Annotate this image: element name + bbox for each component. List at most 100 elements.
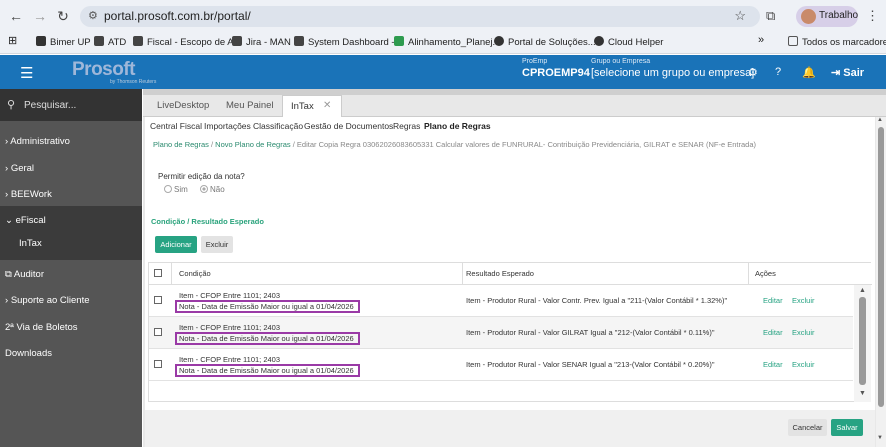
logo: Prosoft	[72, 59, 136, 80]
radio-nao[interactable]: Não	[200, 185, 225, 194]
sidebar-item-efiscal[interactable]: ⌄ eFiscal	[5, 215, 46, 226]
more-menu-icon[interactable]: ⋮	[866, 8, 879, 24]
emp-value[interactable]: CPROEMP94	[522, 67, 590, 79]
bookmark-item[interactable]: Bimer UP	[36, 36, 91, 48]
logout-button[interactable]: ⇥ Sair	[831, 66, 864, 79]
breadcrumb-link[interactable]: Novo Plano de Regras	[215, 140, 290, 149]
select-all-checkbox[interactable]	[154, 269, 162, 277]
tab-intax[interactable]: InTax ✕	[282, 95, 342, 117]
menu-icon[interactable]: ☰	[20, 64, 33, 82]
bookmark-item[interactable]: System Dashboard -...	[294, 36, 403, 48]
scrollbar-thumb[interactable]	[878, 127, 884, 407]
column-header-acoes: Ações	[755, 269, 776, 278]
all-bookmarks-folder[interactable]: Todos os marcadores	[788, 36, 886, 48]
sidebar-item-suporte[interactable]: › Suporte ao Cliente	[5, 295, 90, 306]
table-row[interactable]: Item - CFOP Entre 1101; 2403 Nota - Data…	[149, 285, 853, 317]
result-text: Item - Produtor Rural - Valor SENAR Igua…	[466, 360, 715, 369]
subnav-plano-de-regras[interactable]: Plano de Regras	[424, 121, 491, 131]
condition-line: Item - CFOP Entre 1101; 2403	[179, 355, 281, 364]
sidebar-search[interactable]: ⚲ Pesquisar...	[0, 89, 142, 121]
result-text: Item - Produtor Rural - Valor Contr. Pre…	[466, 296, 728, 305]
subnav-importacoes[interactable]: Importações	[204, 121, 251, 131]
delete-link[interactable]: Excluir	[792, 296, 815, 305]
cancel-button[interactable]: Cancelar	[788, 419, 827, 436]
breadcrumb-link[interactable]: Plano de Regras	[153, 140, 209, 149]
more-bookmarks-button[interactable]: »	[758, 34, 764, 46]
group-selector[interactable]: [selecione um grupo ou empresa]	[591, 67, 754, 79]
column-header-resultado[interactable]: Resultado Esperado	[466, 269, 534, 278]
bookmark-item[interactable]: Fiscal - Escopo de A...	[133, 36, 242, 48]
extensions-icon[interactable]: ⧉	[766, 8, 775, 24]
back-icon[interactable]: ←	[8, 8, 24, 24]
column-header-condicao[interactable]: Condição	[179, 269, 211, 278]
breadcrumb: Plano de Regras / Novo Plano de Regras /…	[153, 140, 756, 149]
sub-navigation: Central Fiscal Importações Classificação…	[150, 121, 870, 135]
bookmark-item[interactable]: Cloud Helper	[594, 36, 663, 48]
bookmark-item[interactable]: Jira - MAN	[232, 36, 291, 48]
table-scrollbar[interactable]: ▲ ▼	[854, 285, 871, 402]
save-button[interactable]: Salvar	[831, 419, 863, 436]
row-checkbox[interactable]	[154, 328, 162, 336]
edit-link[interactable]: Editar	[763, 360, 783, 369]
profile-name: Trabalho	[819, 10, 859, 21]
row-checkbox[interactable]	[154, 296, 162, 304]
scroll-down-icon[interactable]: ▼	[877, 435, 883, 441]
sidebar-item-geral[interactable]: › Geral	[5, 163, 34, 174]
tab-meu-painel[interactable]: Meu Painel	[226, 100, 274, 111]
settings-icon[interactable]: ⚙	[748, 66, 758, 79]
close-icon[interactable]: ✕	[323, 100, 331, 111]
tab-livedesktop[interactable]: LiveDesktop	[157, 100, 209, 111]
search-input[interactable]: Pesquisar...	[24, 100, 76, 111]
condition-line: Nota - Data de Emissão Maior ou igual a …	[179, 302, 354, 311]
bell-icon[interactable]: 🔔	[802, 66, 816, 79]
scroll-down-icon[interactable]: ▼	[859, 390, 866, 397]
bookmarks-bar: ⊞ Bimer UP ATD Fiscal - Escopo de A... J…	[0, 32, 886, 54]
scroll-up-icon[interactable]: ▲	[859, 287, 866, 294]
subnav-gestao-documentos[interactable]: Gestão de Documentos	[304, 121, 393, 131]
condition-line: Item - CFOP Entre 1101; 2403	[179, 291, 281, 300]
bookmark-item[interactable]: Alinhamento_Planej...	[394, 36, 500, 48]
reload-icon[interactable]: ↻	[55, 8, 71, 24]
sidebar-item-intax[interactable]: InTax	[19, 238, 42, 249]
column-divider	[462, 263, 463, 285]
breadcrumb-separator: /	[210, 140, 214, 149]
result-text: Item - Produtor Rural - Valor GILRAT Igu…	[466, 328, 715, 337]
add-button[interactable]: Adicionar	[155, 236, 197, 253]
scrollbar-thumb[interactable]	[859, 297, 866, 385]
table-row[interactable]: Item - CFOP Entre 1101; 2403 Nota - Data…	[149, 349, 853, 381]
delete-button[interactable]: Excluir	[201, 236, 233, 253]
sidebar-item-downloads[interactable]: Downloads	[5, 348, 52, 359]
delete-link[interactable]: Excluir	[792, 360, 815, 369]
page-scrollbar[interactable]: ▲ ▼	[876, 117, 886, 447]
profile-chip[interactable]: Trabalho	[796, 6, 858, 27]
radio-sim[interactable]: Sim	[164, 185, 188, 194]
apps-grid-icon[interactable]: ⊞	[8, 34, 17, 47]
breadcrumb-separator: /	[292, 140, 295, 149]
subnav-classificacao[interactable]: Classificação	[253, 121, 303, 131]
bookmark-star-icon[interactable]: ☆	[734, 8, 746, 24]
subnav-central-fiscal[interactable]: Central Fiscal	[150, 121, 202, 131]
rules-table: Condição Resultado Esperado Ações Item -…	[148, 262, 872, 402]
sidebar-item-auditor[interactable]: ⧉ Auditor	[5, 269, 44, 280]
table-row[interactable]: Item - CFOP Entre 1101; 2403 Nota - Data…	[149, 317, 853, 349]
section-title: Condição / Resultado Esperado	[151, 217, 264, 226]
delete-link[interactable]: Excluir	[792, 328, 815, 337]
sidebar-item-beework[interactable]: › BEEWork	[5, 189, 52, 200]
scroll-up-icon[interactable]: ▲	[877, 117, 883, 123]
condition-line: Item - CFOP Entre 1101; 2403	[179, 323, 281, 332]
url-text[interactable]: portal.prosoft.com.br/portal/	[104, 9, 251, 23]
browser-toolbar: ← → ↻ ⚙ portal.prosoft.com.br/portal/ ☆ …	[0, 0, 886, 32]
subnav-regras[interactable]: Regras	[393, 121, 420, 131]
forward-icon[interactable]: →	[32, 8, 48, 24]
sidebar-item-boletos[interactable]: 2ª Via de Boletos	[5, 322, 78, 333]
bookmark-item[interactable]: Portal de Soluções...	[494, 36, 596, 48]
site-settings-icon[interactable]: ⚙	[88, 9, 98, 22]
help-icon[interactable]: ?	[775, 66, 781, 78]
form-footer: Cancelar Salvar	[145, 410, 875, 447]
sidebar-item-administrativo[interactable]: › Administrativo	[5, 136, 70, 147]
address-bar[interactable]: ⚙ portal.prosoft.com.br/portal/ ☆	[80, 6, 760, 27]
edit-link[interactable]: Editar	[763, 328, 783, 337]
row-checkbox[interactable]	[154, 360, 162, 368]
edit-link[interactable]: Editar	[763, 296, 783, 305]
bookmark-item[interactable]: ATD	[94, 36, 126, 48]
